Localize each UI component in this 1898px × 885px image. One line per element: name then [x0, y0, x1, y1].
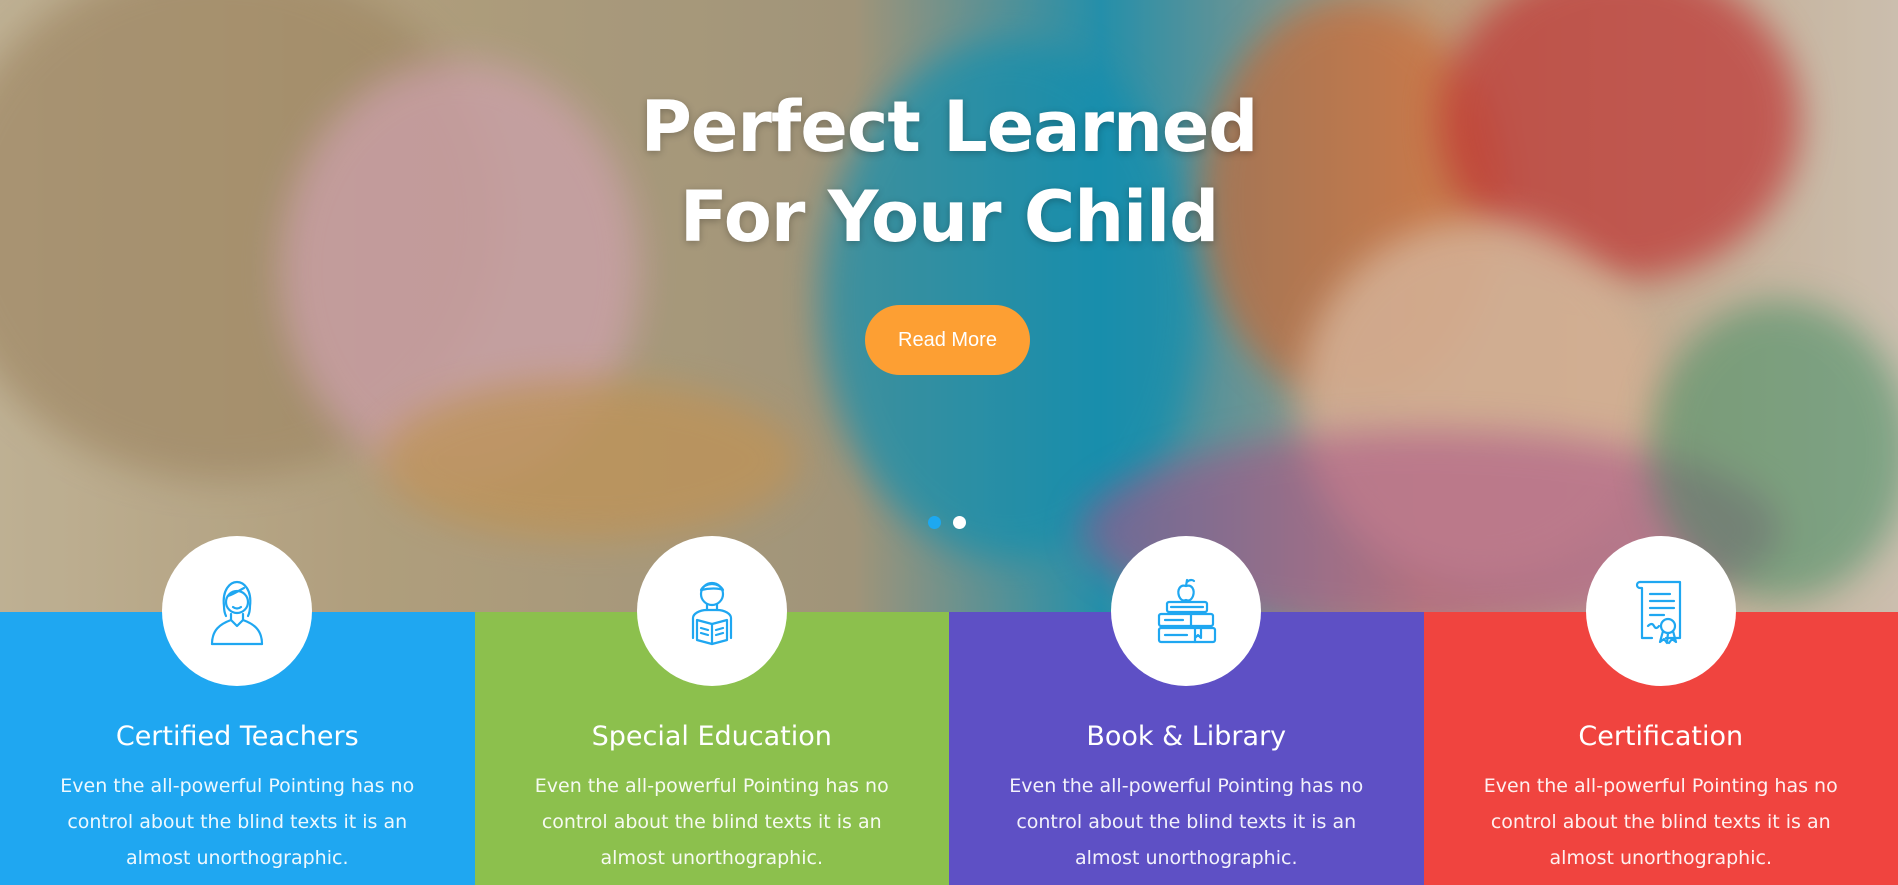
hero-banner: Perfect Learned For Your Child Read More: [0, 0, 1898, 612]
feature-certified-teachers: Certified Teachers Even the all-powerful…: [0, 536, 475, 885]
feature-icon-circle: [162, 536, 313, 686]
features-band: Certified Teachers Even the all-powerful…: [0, 536, 1898, 885]
feature-icon-circle: [1111, 536, 1262, 686]
teacher-icon: [211, 580, 264, 646]
feature-description: Even the all-powerful Pointing has no co…: [1483, 775, 1838, 869]
hero-title: Perfect Learned For Your Child: [0, 82, 1898, 262]
feature-description: Even the all-powerful Pointing has no co…: [1009, 775, 1364, 869]
feature-title: Special Education: [591, 721, 832, 752]
feature-certification: Certification Even the all-powerful Poin…: [1423, 536, 1898, 885]
slider-dot-2[interactable]: [953, 516, 966, 529]
student-reading-icon: [691, 581, 732, 646]
certificate-icon: [1635, 580, 1681, 645]
hero-title-line-2: For Your Child: [679, 176, 1219, 258]
feature-title: Book & Library: [1086, 721, 1287, 752]
slider-dot-1[interactable]: [928, 516, 941, 529]
read-more-button[interactable]: Read More: [865, 305, 1030, 375]
feature-title: Certification: [1578, 721, 1744, 752]
feature-description: Even the all-powerful Pointing has no co…: [534, 775, 889, 869]
feature-icon-circle: [636, 536, 787, 686]
feature-description: Even the all-powerful Pointing has no co…: [60, 775, 415, 869]
feature-book-library: Book & Library Even the all-powerful Poi…: [949, 536, 1424, 885]
feature-title: Certified Teachers: [115, 721, 359, 752]
books-apple-icon: [1158, 578, 1217, 644]
feature-icon-circle: [1585, 536, 1736, 686]
hero-title-line-1: Perfect Learned: [640, 86, 1259, 168]
feature-special-education: Special Education Even the all-powerful …: [474, 536, 949, 885]
slider-pagination: [928, 516, 966, 529]
